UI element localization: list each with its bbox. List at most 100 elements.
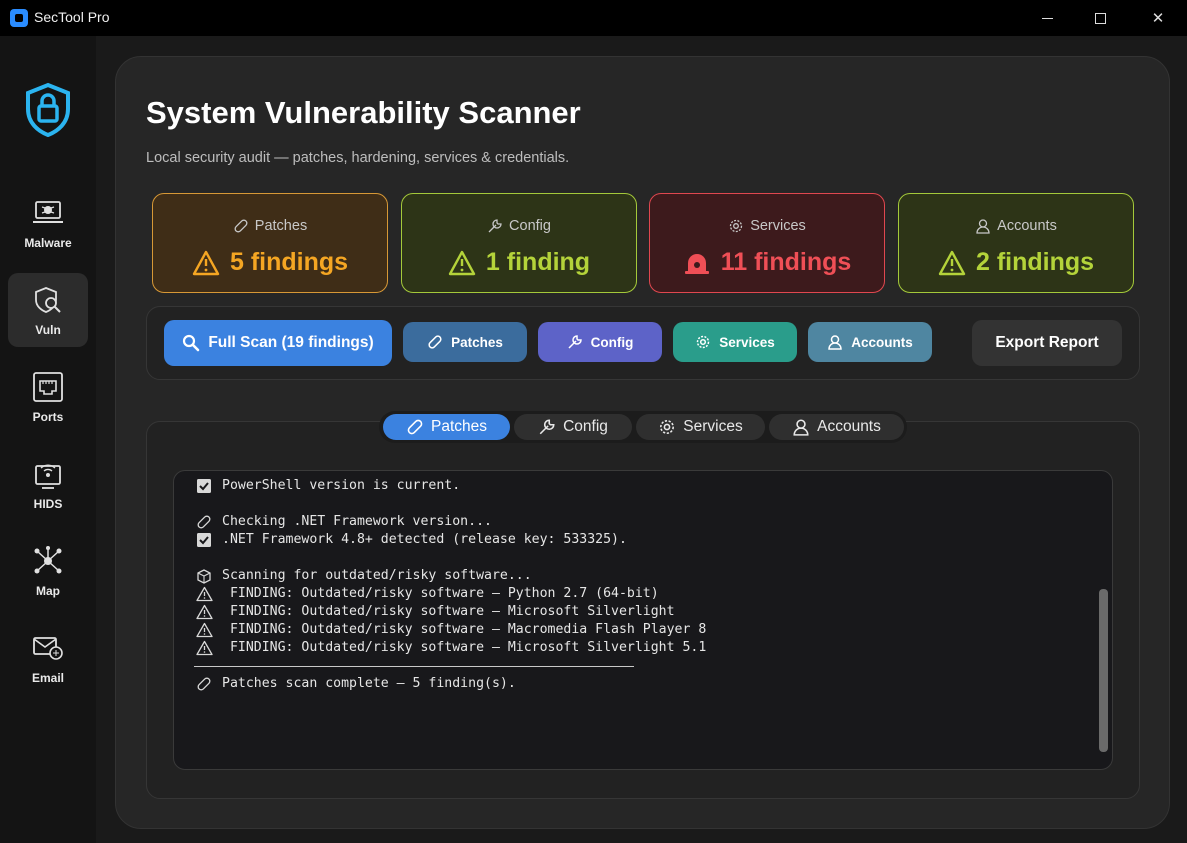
shield-lock-icon — [26, 82, 70, 137]
package-icon — [194, 568, 214, 584]
console-scrollbar[interactable] — [1099, 589, 1108, 752]
ethernet-port-icon — [30, 370, 66, 404]
scan-toolbar: Full Scan (19 findings) Patches Config S… — [146, 306, 1140, 380]
patches-summary-card: Patches 5 findings — [152, 193, 388, 293]
monitor-signal-icon — [30, 457, 66, 491]
patches-scan-button[interactable]: Patches — [403, 322, 527, 362]
warning-icon — [938, 250, 966, 275]
check-icon — [194, 532, 214, 548]
minimize-button[interactable] — [1024, 0, 1070, 36]
card-value: 2 findings — [975, 248, 1095, 276]
console-line-text: Scanning for outdated/risky software... — [222, 568, 532, 583]
console-footer: Patches scan complete — 5 finding(s). — [194, 675, 706, 693]
maximize-button[interactable] — [1077, 0, 1123, 36]
tab-label: Services — [683, 418, 743, 435]
gear-icon — [660, 420, 675, 434]
bandage-icon — [428, 335, 442, 349]
bandage-icon — [234, 219, 248, 233]
console-line: FINDING: Outdated/risky software — Macro… — [194, 621, 706, 639]
card-value: 5 findings — [229, 248, 349, 276]
bandage-icon — [194, 676, 214, 692]
gear-icon — [696, 335, 710, 349]
app-icon — [10, 9, 28, 27]
export-report-button[interactable]: Export Report — [972, 320, 1122, 366]
card-value: 1 finding — [485, 248, 591, 276]
console-line: .NET Framework 4.8+ detected (release ke… — [194, 531, 706, 549]
tab-label: Accounts — [817, 418, 881, 435]
sidebar-item-ports[interactable]: Ports — [8, 360, 88, 434]
services-scan-button[interactable]: Services — [673, 322, 797, 362]
sidebar-item-hids[interactable]: HIDS — [8, 447, 88, 521]
page-title: System Vulnerability Scanner — [146, 95, 581, 130]
card-caption: Accounts — [997, 218, 1057, 234]
tab-accounts[interactable]: Accounts — [769, 414, 904, 440]
laptop-bug-icon — [30, 196, 66, 230]
config-scan-button[interactable]: Config — [538, 322, 662, 362]
console-line-text: PowerShell version is current. — [222, 478, 461, 493]
shield-scan-icon — [30, 283, 66, 317]
sidebar-item-label: Map — [36, 584, 60, 598]
console-line-text: FINDING: Outdated/risky software — Pytho… — [222, 586, 659, 601]
minimize-icon — [1041, 17, 1053, 19]
email-scan-icon — [30, 631, 66, 665]
wrench-icon — [539, 419, 555, 435]
warning-icon — [194, 622, 214, 638]
console-output[interactable]: PowerShell version is current. Checking .… — [173, 470, 1113, 770]
close-button[interactable]: ✕ — [1135, 0, 1181, 36]
card-value: 11 findings — [720, 248, 852, 276]
card-caption: Config — [509, 218, 551, 234]
search-icon — [183, 334, 200, 352]
sidebar-item-vuln[interactable]: Vuln — [8, 273, 88, 347]
services-scan-label: Services — [719, 334, 775, 350]
card-caption: Patches — [254, 218, 308, 234]
sidebar-item-email[interactable]: Email — [8, 621, 88, 695]
gear-icon — [730, 219, 743, 233]
console-line: Checking .NET Framework version... — [194, 513, 706, 531]
accounts-scan-button[interactable]: Accounts — [808, 322, 932, 362]
user-icon — [976, 219, 990, 234]
results-panel: PowerShell version is current. Checking .… — [146, 421, 1140, 799]
wrench-icon — [488, 219, 502, 233]
services-summary-card: Services 11 findings — [649, 193, 885, 293]
warning-icon — [448, 250, 476, 275]
tab-patches[interactable]: Patches — [383, 414, 510, 440]
wrench-icon — [568, 335, 582, 349]
full-scan-label: Full Scan (19 findings) — [208, 334, 374, 351]
warning-icon — [194, 640, 214, 656]
console-line-text: FINDING: Outdated/risky software — Micro… — [222, 640, 707, 655]
full-scan-button[interactable]: Full Scan (19 findings) — [164, 320, 392, 366]
page-subtitle: Local security audit — patches, hardenin… — [146, 150, 570, 166]
user-icon — [793, 419, 809, 436]
sidebar-item-malware[interactable]: Malware — [8, 186, 88, 260]
bandage-icon — [407, 419, 423, 435]
config-scan-label: Config — [590, 334, 634, 350]
console-line: FINDING: Outdated/risky software — Micro… — [194, 639, 706, 657]
tab-label: Patches — [430, 418, 487, 435]
main-panel: System Vulnerability Scanner Local secur… — [115, 56, 1170, 829]
console-footer-text: Patches scan complete — 5 finding(s). — [222, 676, 516, 691]
card-caption: Services — [750, 218, 806, 234]
window-title: SecTool Pro — [34, 9, 110, 25]
sidebar-item-label: HIDS — [33, 497, 63, 511]
console-line-text: FINDING: Outdated/risky software — Micro… — [222, 604, 675, 619]
title-bar: SecTool Pro ✕ — [0, 0, 1187, 36]
console-line-text: .NET Framework 4.8+ detected (release ke… — [222, 532, 627, 547]
tab-services[interactable]: Services — [636, 414, 765, 440]
sidebar: Malware Vuln Ports HIDS Map Email — [0, 36, 96, 843]
user-icon — [828, 335, 842, 350]
sidebar-item-label: Email — [31, 671, 64, 685]
console-line-text: Checking .NET Framework version... — [222, 514, 492, 529]
warning-icon — [194, 604, 214, 620]
accounts-summary-card: Accounts 2 findings — [898, 193, 1134, 293]
sidebar-item-map[interactable]: Map — [8, 534, 88, 608]
sidebar-item-label: Ports — [32, 410, 64, 424]
patches-scan-label: Patches — [451, 334, 503, 350]
siren-icon — [684, 253, 709, 274]
tab-config[interactable]: Config — [514, 414, 632, 440]
results-tabs: Patches Config Services Accounts — [379, 411, 907, 443]
config-summary-card: Config 1 finding — [401, 193, 637, 293]
console-line-text: FINDING: Outdated/risky software — Macro… — [222, 622, 707, 637]
network-graph-icon — [30, 544, 66, 578]
